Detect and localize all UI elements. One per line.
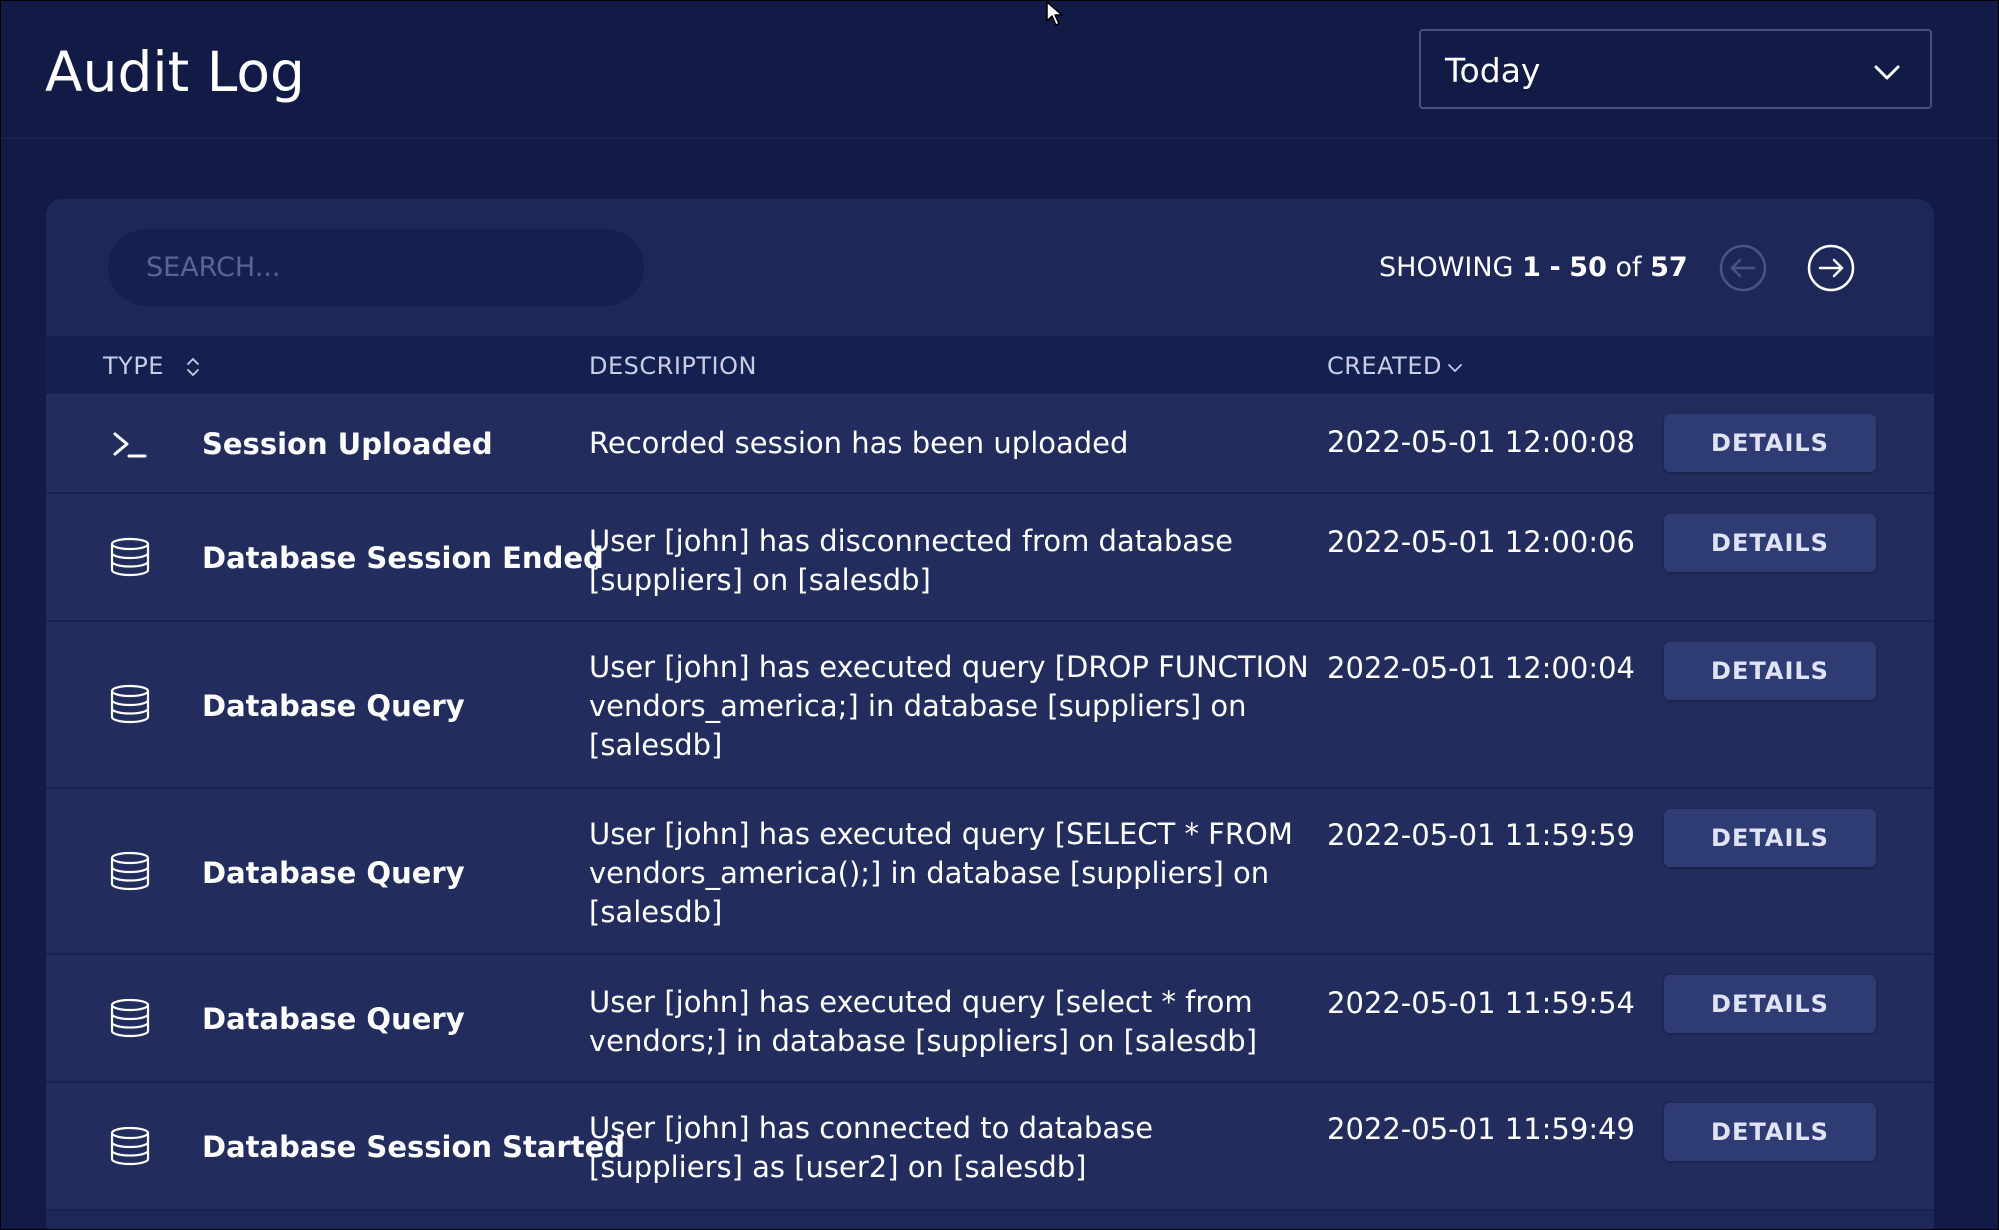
row-description: User [john] has executed query [SELECT *… [589, 817, 1293, 929]
mouse-pointer-icon [1046, 1, 1063, 26]
row-created: 2022-05-01 12:00:06 [1327, 525, 1635, 559]
audit-table-card: SHOWING 1 - 50 of 57 TYPE DESCRIPTION CR… [46, 199, 1934, 1229]
row-type: Database Query [202, 689, 465, 723]
row-description: User [john] has executed query [DROP FUN… [589, 650, 1309, 762]
database-icon [110, 537, 150, 577]
row-type: Database Session Started [202, 1130, 626, 1164]
date-range-select[interactable]: Today [1419, 29, 1932, 109]
details-button[interactable]: DETAILS [1664, 414, 1876, 472]
details-button[interactable]: DETAILS [1664, 975, 1876, 1033]
search-input[interactable] [108, 229, 644, 306]
total-count: 57 [1650, 252, 1688, 283]
app-window: Audit Log Today SHOWING 1 - 50 of 57 [0, 0, 1999, 1230]
column-header-description: DESCRIPTION [589, 352, 757, 380]
row-type: Database Session Ended [202, 541, 604, 575]
column-header-created[interactable]: CREATED [1327, 352, 1442, 380]
row-created: 2022-05-01 12:00:04 [1327, 651, 1635, 685]
table-header: TYPE DESCRIPTION CREATED [46, 336, 1934, 394]
database-icon [110, 998, 150, 1038]
row-description: Recorded session has been uploaded [589, 426, 1129, 460]
row-created: 2022-05-01 12:00:08 [1327, 425, 1635, 459]
of-label: of [1615, 252, 1642, 283]
range-separator: - [1549, 252, 1561, 283]
table-row: Database Session Ended User [john] has d… [46, 494, 1934, 622]
sort-both-icon[interactable] [184, 356, 202, 378]
database-icon [110, 1126, 150, 1166]
row-type: Database Query [202, 1002, 465, 1036]
date-range-value: Today [1445, 51, 1541, 90]
arrow-right-circle-icon[interactable] [1806, 243, 1856, 293]
details-button[interactable]: DETAILS [1664, 642, 1876, 700]
sort-descending-icon[interactable] [1446, 358, 1464, 380]
column-header-type[interactable]: TYPE [103, 352, 164, 380]
details-button[interactable]: DETAILS [1664, 809, 1876, 867]
row-type: Session Uploaded [202, 427, 493, 461]
table-row: Database Query User [john] has executed … [46, 622, 1934, 789]
details-button[interactable]: DETAILS [1664, 514, 1876, 572]
audit-rows: Session Uploaded Recorded session has be… [46, 394, 1934, 1211]
arrow-left-circle-icon[interactable] [1718, 243, 1768, 293]
database-icon [110, 684, 150, 724]
database-icon [110, 851, 150, 891]
table-row: Database Query User [john] has executed … [46, 955, 1934, 1083]
details-button[interactable]: DETAILS [1664, 1103, 1876, 1161]
table-row: Database Query User [john] has executed … [46, 789, 1934, 955]
page-header: Audit Log Today [1, 1, 1998, 139]
row-description: User [john] has executed query [select *… [589, 985, 1258, 1058]
terminal-icon [113, 432, 147, 458]
table-row: Database Session Started User [john] has… [46, 1083, 1934, 1211]
page-title: Audit Log [45, 40, 305, 104]
showing-label: SHOWING [1379, 252, 1514, 283]
pagination-summary: SHOWING 1 - 50 of 57 [1379, 251, 1688, 285]
range-end: 50 [1569, 252, 1607, 283]
row-description: User [john] has connected to database [s… [589, 1111, 1154, 1184]
row-created: 2022-05-01 11:59:59 [1327, 818, 1635, 852]
row-created: 2022-05-01 11:59:54 [1327, 986, 1635, 1020]
row-type: Database Query [202, 856, 465, 890]
range-start: 1 [1522, 252, 1541, 283]
chevron-down-icon [1874, 65, 1900, 80]
table-row: Session Uploaded Recorded session has be… [46, 394, 1934, 494]
row-created: 2022-05-01 11:59:49 [1327, 1112, 1635, 1146]
row-description: User [john] has disconnected from databa… [589, 524, 1234, 597]
